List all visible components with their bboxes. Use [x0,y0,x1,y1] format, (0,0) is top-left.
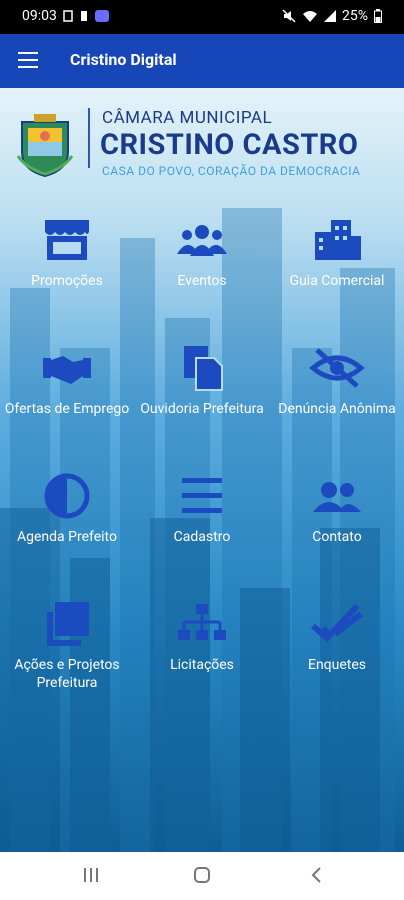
mute-icon [282,9,296,23]
layers-icon [47,602,89,646]
list-lines-icon [182,478,222,513]
tile-contato[interactable]: Contato [270,472,404,546]
group-icon [177,225,227,256]
double-check-icon [311,603,363,643]
system-nav-bar [0,852,404,900]
tile-agenda-prefeito[interactable]: Agenda Prefeito [0,472,134,546]
tile-label: Ofertas de Emprego [4,401,130,417]
header-line2: CRISTINO CASTRO [100,128,359,162]
tile-label: Agenda Prefeito [17,529,117,545]
tile-label: Guia Comercial [289,273,385,289]
eye-slash-icon [309,348,365,388]
header-line1: CÂMARA MUNICIPAL [102,108,273,128]
tile-label: Licitações [170,657,234,673]
status-time: 09:03 [22,8,57,24]
tile-label: Cadastro [173,529,231,545]
status-bar: 09:03 25% [0,0,404,34]
tile-licitacoes[interactable]: Licitações [135,600,269,674]
half-circle-icon [44,473,90,519]
tile-enquetes[interactable]: Enquetes [270,600,404,674]
documents-icon [184,346,223,391]
tile-label: Contato [312,529,362,545]
store-icon [45,220,89,260]
header-banner: CÂMARA MUNICIPAL CRISTINO CASTRO CASA DO… [0,88,404,188]
recent-apps-icon[interactable] [82,866,100,884]
tile-promocoes[interactable]: Promoções [0,216,134,290]
tile-label: Denúncia Anônima [278,401,396,417]
sitemap-icon [178,604,226,640]
main-content: CÂMARA MUNICIPAL CRISTINO CASTRO CASA DO… [0,88,404,852]
buildings-icon [315,220,361,260]
app-bar: Cristino Digital [0,34,404,88]
tile-label: Enquetes [307,657,367,673]
signal-icon [324,10,336,22]
app-title: Cristino Digital [70,50,177,69]
contacts-icon [313,482,361,512]
tile-label: Promoções [31,273,103,289]
municipal-crest-icon [16,114,74,178]
tile-eventos[interactable]: Eventos [135,216,269,290]
handshake-icon [43,356,91,384]
tile-label: Ouvidoria Prefeitura [140,401,264,417]
tile-ouvidoria[interactable]: Ouvidoria Prefeitura [135,344,269,418]
sim-icon [80,11,87,21]
tile-acoes-projetos[interactable]: Ações e Projetos Prefeitura [0,600,134,692]
back-icon[interactable] [308,866,326,884]
header-divider [88,108,90,168]
header-line3: CASA DO POVO, CORAÇÃO DA DEMOCRACIA [102,164,361,178]
city-skyline-background [0,208,395,852]
tile-ofertas-emprego[interactable]: Ofertas de Emprego [0,344,134,418]
app-notification-icon [94,10,109,22]
tile-cadastro[interactable]: Cadastro [135,472,269,546]
tile-label: Eventos [177,273,227,289]
battery-percent: 25% [342,8,368,24]
tile-label: Ações e Projetos Prefeitura [14,657,120,691]
battery-icon [374,9,382,23]
tile-guia-comercial[interactable]: Guia Comercial [270,216,404,290]
home-icon[interactable] [193,866,211,884]
notification-icon [63,10,73,22]
wifi-icon [303,11,317,22]
hamburger-menu-icon[interactable] [18,52,38,68]
tile-denuncia-anonima[interactable]: Denúncia Anônima [270,344,404,418]
